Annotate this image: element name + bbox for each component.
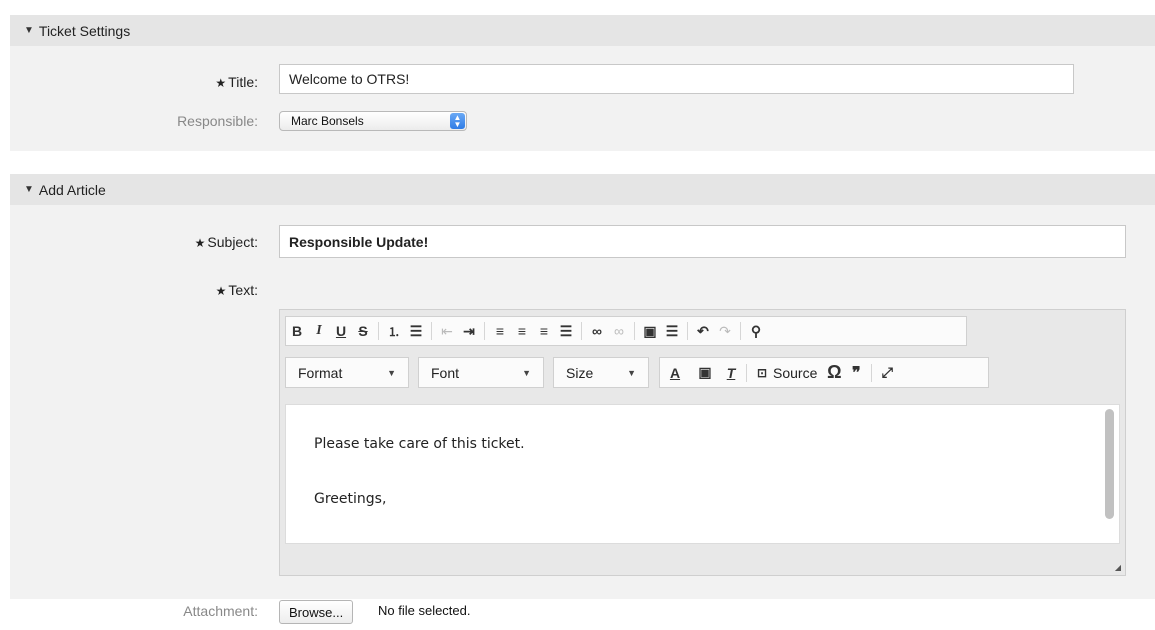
font-combo[interactable]: Font ▼: [418, 357, 544, 388]
search-icon[interactable]: ⚲: [745, 319, 767, 343]
caret-down-icon: ▼: [522, 367, 531, 378]
caret-down-icon: ▼: [387, 367, 396, 378]
title-input[interactable]: [279, 64, 1074, 94]
subject-input[interactable]: [279, 225, 1126, 258]
collapse-triangle-icon[interactable]: ▼: [24, 25, 34, 36]
body-line-2: Greetings,: [314, 491, 387, 507]
bulleted-list-icon[interactable]: ☰: [405, 319, 427, 343]
indent-icon[interactable]: ⇥: [458, 319, 480, 343]
remove-format-icon[interactable]: T: [720, 361, 742, 385]
no-file-text: No file selected.: [378, 603, 471, 618]
text-label: ★ Text:: [215, 282, 258, 298]
format-combo[interactable]: Format ▼: [285, 357, 409, 388]
add-article-body: ★Subject: ★Text: B I U S ⒈ ☰ ⇤ ⇥ ≡ ≡ ≡: [10, 205, 1155, 624]
maximize-icon[interactable]: ⤢: [876, 361, 898, 385]
link-icon[interactable]: ∞: [586, 319, 608, 343]
responsible-select[interactable]: Marc Bonsels ▲ ▼: [279, 111, 467, 131]
browse-button[interactable]: Browse...: [279, 600, 354, 624]
caret-down-icon: ▼: [627, 367, 636, 378]
source-button[interactable]: Source: [773, 365, 817, 381]
title-label: ★ Title:: [215, 74, 258, 90]
blockquote-icon[interactable]: ❞: [845, 361, 867, 385]
body-line-1: Please take care of this ticket.: [314, 436, 525, 452]
align-left-icon[interactable]: ≡: [489, 319, 511, 343]
editor-toolbar-row1: B I U S ⒈ ☰ ⇤ ⇥ ≡ ≡ ≡ ☰ ∞ ∞ ▣ ☰ ↶ ↷ ⚲: [285, 316, 967, 346]
editor-toolbar-row2: A ▣ T ⊡ Source Ω ❞ ⤢: [659, 357, 989, 388]
justify-icon[interactable]: ☰: [555, 319, 577, 343]
source-icon[interactable]: ⊡: [751, 361, 773, 385]
special-char-icon[interactable]: Ω: [823, 361, 845, 385]
required-star-icon: ★: [215, 76, 227, 90]
outdent-icon[interactable]: ⇤: [436, 319, 458, 343]
ticket-settings-header[interactable]: ▼ Ticket Settings: [10, 15, 1155, 46]
image-icon[interactable]: ▣: [639, 319, 661, 343]
undo-icon[interactable]: ↶: [692, 319, 714, 343]
underline-icon[interactable]: U: [330, 319, 352, 343]
ticket-settings-section: ▼ Ticket Settings ★Title: Responsible: M…: [10, 15, 1155, 151]
required-star-icon: ★: [215, 284, 227, 298]
text-color-icon[interactable]: A: [660, 361, 690, 385]
editor-content-area[interactable]: Please take care of this ticket. Greetin…: [285, 404, 1120, 544]
collapse-triangle-icon[interactable]: ▼: [24, 184, 34, 195]
add-article-header[interactable]: ▼ Add Article: [10, 174, 1155, 205]
redo-icon[interactable]: ↷: [714, 319, 736, 343]
editor-scrollbar[interactable]: [1105, 409, 1114, 519]
size-combo[interactable]: Size ▼: [553, 357, 649, 388]
bold-icon[interactable]: B: [286, 319, 308, 343]
italic-icon[interactable]: I: [308, 319, 330, 343]
responsible-value: Marc Bonsels: [291, 114, 364, 128]
ticket-settings-title: Ticket Settings: [38, 22, 131, 39]
resize-handle-icon[interactable]: ◢: [1115, 563, 1121, 572]
numbered-list-icon[interactable]: ⒈: [383, 319, 405, 343]
align-right-icon[interactable]: ≡: [533, 319, 555, 343]
add-article-section: ▼ Add Article ★Subject: ★Text: B I U S ⒈…: [10, 174, 1155, 624]
attachment-label: Attachment:: [183, 603, 258, 619]
responsible-label: Responsible:: [177, 113, 258, 129]
rich-text-editor: B I U S ⒈ ☰ ⇤ ⇥ ≡ ≡ ≡ ☰ ∞ ∞ ▣ ☰ ↶ ↷ ⚲ Fo…: [279, 309, 1126, 576]
select-stepper-icon: ▲ ▼: [450, 113, 465, 129]
background-color-icon[interactable]: ▣: [690, 361, 720, 385]
attachment-row: Attachment: Browse... No file selected.: [10, 600, 1155, 630]
subject-label: ★ Subject:: [194, 234, 258, 250]
required-star-icon: ★: [194, 236, 206, 250]
unlink-icon[interactable]: ∞: [608, 319, 630, 343]
align-center-icon[interactable]: ≡: [511, 319, 533, 343]
strikethrough-icon[interactable]: S: [352, 319, 374, 343]
ticket-settings-body: ★Title: Responsible: Marc Bonsels ▲▼: [10, 46, 1155, 151]
add-article-title: Add Article: [38, 181, 106, 198]
horizontal-line-icon[interactable]: ☰: [661, 319, 683, 343]
